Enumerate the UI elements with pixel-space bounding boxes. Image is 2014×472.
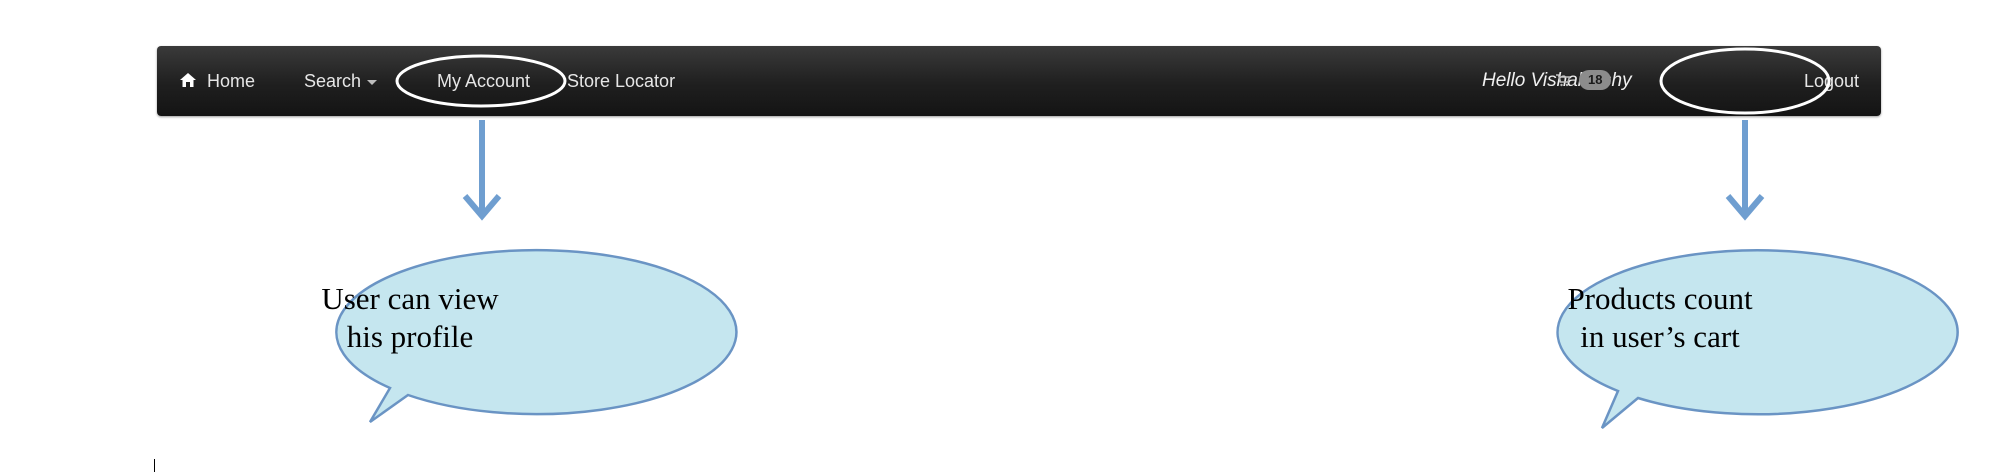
account-callout-line2: his profile: [346, 319, 474, 354]
cart-arrow: [1725, 120, 1765, 221]
nav-search-dropdown[interactable]: Search: [304, 46, 378, 116]
nav-search-label: Search: [304, 71, 362, 91]
account-callout-line1: User can view: [321, 281, 499, 316]
cart-icon: [1556, 74, 1571, 87]
top-navbar: Home Search My Account Store Locator Hel…: [157, 46, 1881, 116]
nav-logout-link[interactable]: Logout: [1804, 46, 1859, 116]
nav-store-locator-link[interactable]: Store Locator: [567, 46, 675, 116]
nav-cart-link[interactable]: 18: [1555, 46, 1612, 116]
nav-logout-label: Logout: [1804, 71, 1860, 91]
annotated-screenshot: Home Search My Account Store Locator Hel…: [0, 0, 2014, 472]
nav-account-label: My Account: [437, 71, 531, 91]
nav-home-link[interactable]: Home: [179, 46, 255, 116]
cart-callout-line1: Products count: [1567, 281, 1753, 316]
cart-count-badge: 18: [1579, 70, 1612, 91]
account-arrow: [462, 120, 502, 221]
cart-callout-text: Products count in user’s cart: [1540, 280, 1780, 356]
nav-home-label: Home: [207, 71, 256, 91]
caret-down-icon: [367, 79, 378, 85]
page-margin-tick: [154, 459, 155, 472]
nav-store-label: Store Locator: [567, 71, 676, 91]
home-icon: [180, 73, 196, 88]
nav-my-account-link[interactable]: My Account: [437, 46, 530, 116]
account-callout-text: User can view his profile: [310, 280, 510, 356]
cart-callout-line2: in user’s cart: [1580, 319, 1740, 354]
